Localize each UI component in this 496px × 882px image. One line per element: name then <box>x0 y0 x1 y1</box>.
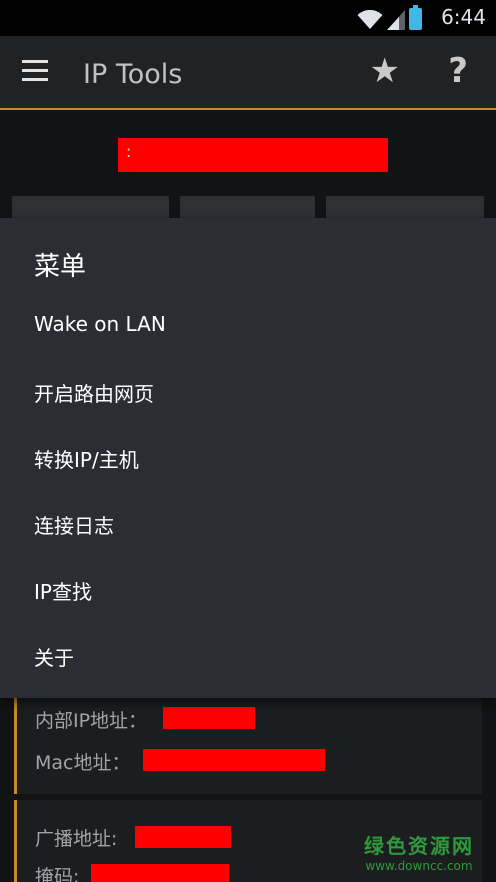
menu-item-label: IP查找 <box>34 580 92 604</box>
status-time: 6:44 <box>441 5 486 29</box>
status-bar: 6:44 <box>0 0 496 36</box>
internal-ip-redacted <box>163 707 255 729</box>
menu-panel: 菜单 Wake on LAN 开启路由网页 转换IP/主机 连接日志 IP查找 … <box>0 218 496 698</box>
mac-label: Mac地址： <box>35 752 131 774</box>
menu-title: 菜单 <box>34 252 87 282</box>
screen: 6:44 IP Tools ★ ? : 内部IP地址： Mac地址： 广播地址:… <box>0 0 496 882</box>
menu-item-label: Wake on LAN <box>34 312 166 336</box>
broadcast-label: 广播地址: <box>35 828 118 850</box>
app-title: IP Tools <box>83 59 183 90</box>
menu-icon[interactable] <box>22 60 52 84</box>
info-card-network: 内部IP地址： Mac地址： <box>14 698 482 794</box>
menu-item-convert-ip-host[interactable]: 转换IP/主机 <box>0 424 496 490</box>
app-bar: IP Tools ★ ? <box>0 36 496 110</box>
wifi-icon <box>357 10 383 29</box>
help-icon[interactable]: ? <box>448 54 468 88</box>
watermark: 绿色资源网 www.downcc.com <box>364 830 474 873</box>
menu-item-label: 转换IP/主机 <box>34 448 139 472</box>
battery-icon <box>409 5 422 30</box>
mask-label: 掩码: <box>35 866 80 882</box>
menu-item-label: 开启路由网页 <box>34 382 154 406</box>
external-ip-redacted: : <box>118 138 388 172</box>
menu-item-connection-log[interactable]: 连接日志 <box>0 490 496 556</box>
watermark-main: 绿色资源网 <box>364 834 474 858</box>
mac-redacted <box>143 749 325 771</box>
menu-item-open-router-page[interactable]: 开启路由网页 <box>0 358 496 424</box>
mask-redacted <box>91 864 229 882</box>
menu-item-ip-lookup[interactable]: IP查找 <box>0 556 496 622</box>
menu-item-about[interactable]: 关于 <box>0 622 496 688</box>
star-icon[interactable]: ★ <box>370 54 400 88</box>
internal-ip-label: 内部IP地址： <box>35 710 148 732</box>
menu-item-label: 关于 <box>34 646 74 670</box>
menu-item-wake-on-lan[interactable]: Wake on LAN <box>0 292 496 358</box>
menu-item-label: 连接日志 <box>34 514 114 538</box>
broadcast-redacted <box>135 826 231 848</box>
status-icons <box>357 5 422 30</box>
watermark-sub: www.downcc.com <box>365 859 473 873</box>
signal-icon <box>387 10 405 30</box>
